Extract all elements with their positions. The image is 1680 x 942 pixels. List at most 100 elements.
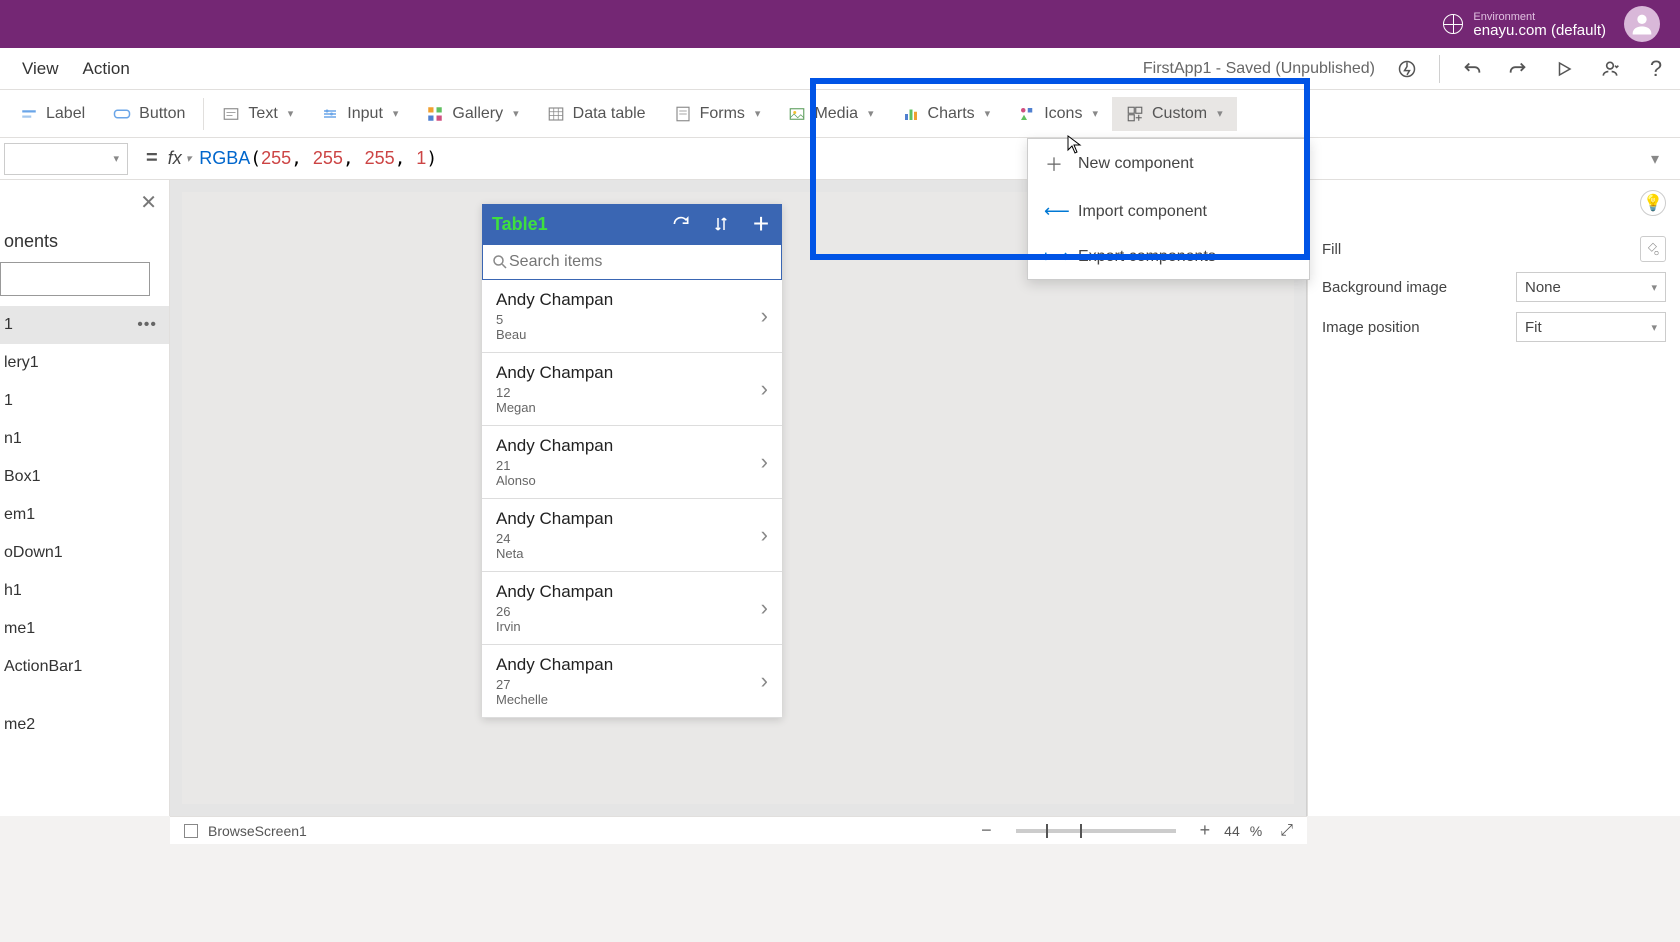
media-icon — [788, 105, 806, 123]
formula-input[interactable]: RGBA(255, 255, 255, 1) — [199, 148, 437, 169]
gallery-title: Andy Champan — [496, 582, 761, 602]
share-icon[interactable] — [1596, 55, 1624, 83]
search-icon — [491, 253, 509, 271]
zoom-in[interactable]: + — [1196, 820, 1215, 841]
tree-item[interactable]: ActionBar1 — [0, 648, 169, 686]
tree-item[interactable]: lery1 — [0, 344, 169, 382]
menu-action[interactable]: Action — [71, 59, 142, 79]
formula-bar: ▾ = fx▾ RGBA(255, 255, 255, 1) ▾ — [0, 138, 1680, 180]
gallery-item[interactable]: Andy Champan 24Neta› — [482, 499, 782, 572]
add-icon[interactable]: + — [750, 213, 772, 235]
ribbon-datatable[interactable]: Data table — [533, 97, 660, 131]
search-input[interactable] — [509, 253, 773, 271]
custom-dropdown: ＋ New component ⟵ Import component ⟼ Exp… — [1027, 138, 1310, 280]
input-icon — [321, 105, 339, 123]
gallery-sub1: 5 — [496, 312, 761, 327]
play-icon[interactable] — [1550, 55, 1578, 83]
environment-block[interactable]: Environment enayu.com (default) — [1443, 10, 1606, 38]
dropdown-new-component[interactable]: ＋ New component — [1028, 139, 1309, 189]
chevron-down-icon: ▾ — [513, 107, 519, 120]
chevron-down-icon: ▾ — [393, 107, 399, 120]
chevron-right-icon: › — [761, 522, 768, 548]
ribbon-button[interactable]: Button — [99, 97, 199, 131]
ideas-icon[interactable]: 💡 — [1640, 190, 1666, 216]
chevron-down-icon: ▾ — [288, 107, 294, 120]
ribbon-media[interactable]: Media▾ — [774, 97, 887, 131]
tree-search[interactable] — [0, 262, 150, 296]
separator — [203, 98, 204, 130]
dropdown-import-component[interactable]: ⟵ Import component — [1028, 189, 1309, 234]
tree-item[interactable]: oDown1 — [0, 534, 169, 572]
fx-label[interactable]: fx▾ — [168, 148, 192, 169]
imgpos-dropdown[interactable]: Fit▾ — [1516, 312, 1666, 342]
redo-icon[interactable] — [1504, 55, 1532, 83]
tree-item[interactable]: me1 — [0, 610, 169, 648]
user-avatar[interactable] — [1624, 6, 1660, 42]
zoom-out[interactable]: − — [977, 820, 996, 841]
dropdown-export-components[interactable]: ⟼ Export components — [1028, 234, 1309, 279]
gallery-item[interactable]: Andy Champan27Mechelle› — [482, 645, 782, 718]
tree-item[interactable] — [0, 686, 169, 706]
chevron-down-icon: ▾ — [1651, 321, 1657, 334]
close-icon[interactable]: ✕ — [140, 190, 157, 215]
ribbon-charts[interactable]: Charts▾ — [888, 97, 1005, 131]
refresh-icon[interactable] — [670, 213, 692, 235]
tree-item[interactable]: n1 — [0, 420, 169, 458]
chevron-down-icon: ▾ — [985, 107, 991, 120]
sort-icon[interactable] — [710, 213, 732, 235]
gallery-sub1: 27 — [496, 677, 761, 692]
ribbon-input[interactable]: Input▾ — [307, 97, 412, 131]
gallery-sub2: Beau — [496, 327, 761, 342]
canvas-inner[interactable]: Table1 + Andy Champan5Beau›Andy Champan1… — [182, 192, 1294, 804]
tree-item[interactable]: em1 — [0, 496, 169, 534]
environment-value: enayu.com (default) — [1473, 24, 1606, 38]
gallery-sub2: Neta — [496, 546, 761, 561]
plus-icon: ＋ — [1044, 151, 1064, 177]
ribbon-icons[interactable]: Icons▾ — [1004, 97, 1112, 131]
charts-icon — [902, 105, 920, 123]
screen-checkbox[interactable] — [184, 824, 198, 838]
ribbon-text[interactable]: Text▾ — [208, 97, 307, 131]
prop-imgpos: Image position Fit▾ — [1322, 312, 1666, 342]
help-icon[interactable]: ? — [1642, 55, 1670, 83]
gallery-title: Andy Champan — [496, 509, 761, 529]
bgimage-dropdown[interactable]: None▾ — [1516, 272, 1666, 302]
menu-view[interactable]: View — [10, 59, 71, 79]
chevron-right-icon: › — [761, 376, 768, 402]
status-bar: BrowseScreen1 − + 44 % ⤢ — [170, 816, 1307, 844]
ribbon-custom[interactable]: Custom▾ — [1112, 97, 1237, 131]
tree-items: 1••• lery11n1Box1em1oDown1h1me1ActionBar… — [0, 306, 169, 744]
gallery-item[interactable]: Andy Champan26Irvin› — [482, 572, 782, 645]
zoom-value: 44 — [1224, 823, 1240, 839]
expand-icon[interactable]: ⤢ — [1280, 822, 1293, 840]
fill-color[interactable] — [1640, 236, 1666, 262]
gallery-title: Andy Champan — [496, 363, 761, 383]
formula-expand[interactable]: ▾ — [1640, 149, 1670, 169]
icons-icon — [1018, 105, 1036, 123]
undo-icon[interactable] — [1458, 55, 1486, 83]
tree-item[interactable]: 1••• — [0, 306, 169, 344]
phone-header: Table1 + — [482, 204, 782, 244]
gallery-item[interactable]: Andy Champan12Megan› — [482, 353, 782, 426]
properties-panel: 💡 Fill Background image None▾ Image posi… — [1307, 180, 1680, 816]
property-dropdown[interactable]: ▾ — [4, 143, 128, 175]
tree-item[interactable]: h1 — [0, 572, 169, 610]
gallery-item[interactable]: Andy Champan5Beau› — [482, 280, 782, 353]
tree-item[interactable]: me2 — [0, 706, 169, 744]
text-icon — [222, 105, 240, 123]
chevron-right-icon: › — [761, 595, 768, 621]
ribbon-forms[interactable]: Forms▾ — [660, 97, 775, 131]
tree-item[interactable]: 1 — [0, 382, 169, 420]
health-icon[interactable] — [1393, 55, 1421, 83]
ribbon-gallery[interactable]: Gallery▾ — [412, 97, 532, 131]
zoom-slider[interactable] — [1016, 829, 1176, 833]
tree-item[interactable]: Box1 — [0, 458, 169, 496]
person-icon — [1628, 10, 1656, 38]
import-icon: ⟵ — [1044, 201, 1064, 222]
ribbon-label[interactable]: Label — [6, 97, 99, 131]
gallery-icon — [426, 105, 444, 123]
phone-search[interactable] — [482, 244, 782, 280]
more-icon[interactable]: ••• — [137, 316, 157, 334]
gallery-item[interactable]: Andy Champan21Alonso› — [482, 426, 782, 499]
gallery-sub1: 24 — [496, 531, 761, 546]
